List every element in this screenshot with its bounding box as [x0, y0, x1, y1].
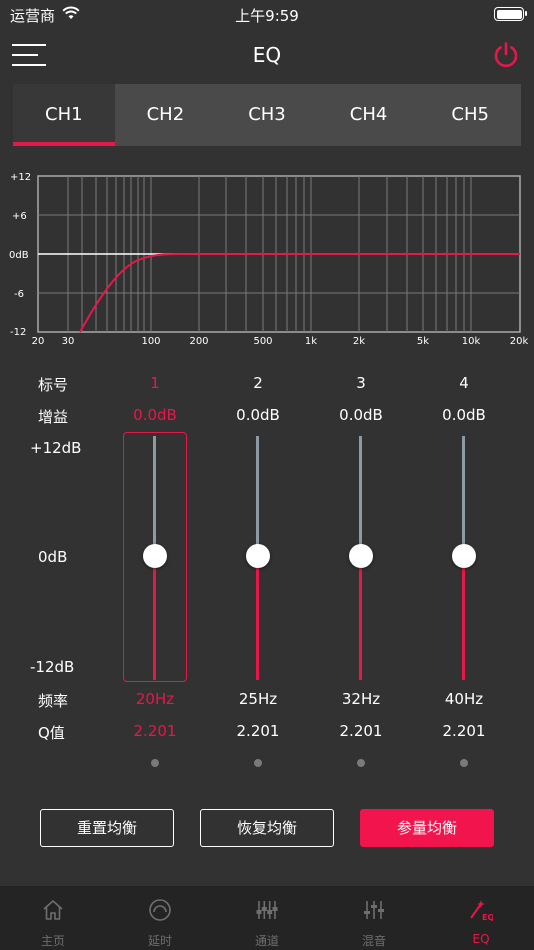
band-2-freq[interactable]: 25Hz: [218, 690, 298, 708]
restore-eq-button[interactable]: 恢复均衡: [200, 809, 334, 847]
tabbar-item-delay[interactable]: 延时: [107, 886, 213, 950]
delay-icon: [149, 899, 171, 921]
x-tick-label: 10k: [462, 336, 481, 347]
power-icon[interactable]: [492, 41, 520, 69]
tabbar-item-home[interactable]: 主页: [0, 886, 106, 950]
y-tick-label: +6: [12, 211, 27, 222]
bottom-tab-bar: 主页 延时 通道 混音 EQ EQ: [0, 886, 534, 950]
x-tick-label: 20: [32, 336, 45, 347]
channel-icon: [256, 901, 278, 919]
tab-ch1[interactable]: CH1: [13, 84, 115, 146]
band-4-freq[interactable]: 40Hz: [424, 690, 504, 708]
band-2-track-upper[interactable]: [256, 436, 259, 556]
tabbar-label-channel: 通道: [254, 934, 279, 948]
band-1-track-upper[interactable]: [153, 436, 156, 556]
band-2-gain[interactable]: 0.0dB: [218, 406, 298, 424]
band-4-gain-slider-thumb[interactable]: [452, 544, 476, 568]
band-3-gain-slider-thumb[interactable]: [349, 544, 373, 568]
parametric-eq-button[interactable]: 参量均衡: [360, 809, 494, 847]
tab-ch2[interactable]: CH2: [115, 84, 217, 146]
tab-ch5[interactable]: CH5: [419, 84, 521, 146]
reset-eq-button[interactable]: 重置均衡: [40, 809, 174, 847]
status-bar: 运营商 上午9:59: [0, 0, 534, 30]
scale-top-label: +12dB: [30, 439, 82, 457]
band-4-track-lower[interactable]: [462, 556, 465, 680]
page-title: EQ: [252, 43, 282, 67]
band-3-q[interactable]: 2.201: [321, 722, 401, 740]
band-3-dot: [357, 759, 365, 767]
x-tick-label: 20k: [510, 336, 529, 347]
mixer-icon: [364, 901, 384, 919]
band-3-index: 3: [356, 374, 366, 392]
band-1-track-lower[interactable]: [153, 556, 156, 680]
band-4-index: 4: [459, 374, 469, 392]
tabbar-label-home: 主页: [40, 934, 65, 948]
battery-icon: [494, 7, 527, 21]
eq-icon: EQ: [470, 900, 493, 922]
x-tick-label: 2k: [353, 336, 365, 347]
band-2-track-lower[interactable]: [256, 556, 259, 680]
svg-text:EQ: EQ: [482, 913, 493, 922]
channel-tabs: CH1 CH2 CH3 CH4 CH5: [13, 84, 521, 146]
x-tick-label: 1k: [305, 336, 317, 347]
x-tick-label: 100: [141, 336, 160, 347]
band-1-q[interactable]: 2.201: [115, 722, 195, 740]
tabbar-item-eq[interactable]: EQ EQ: [428, 886, 534, 950]
band-1-gain-slider-thumb[interactable]: [143, 544, 167, 568]
band-2-q[interactable]: 2.201: [218, 722, 298, 740]
x-tick-label: 5k: [417, 336, 429, 347]
index-row-label: 标号: [38, 376, 69, 394]
nav-bar: EQ: [0, 30, 534, 80]
tabbar-label-eq: EQ: [472, 932, 490, 946]
tabbar-label-delay: 延时: [147, 934, 172, 948]
tabbar-item-mixer[interactable]: 混音: [321, 886, 427, 950]
scale-mid-label: 0dB: [38, 548, 68, 566]
band-2-gain-slider-thumb[interactable]: [246, 544, 270, 568]
band-4-dot: [460, 759, 468, 767]
band-3-track-lower[interactable]: [359, 556, 362, 680]
tabbar-item-channel[interactable]: 通道: [214, 886, 320, 950]
clock: 上午9:59: [235, 7, 299, 25]
band-3-track-upper[interactable]: [359, 436, 362, 556]
tab-ch4[interactable]: CH4: [318, 84, 420, 146]
home-icon: [43, 900, 63, 920]
y-tick-label: +12: [10, 172, 31, 183]
band-4-track-upper[interactable]: [462, 436, 465, 556]
y-tick-label: -12: [10, 327, 26, 338]
y-tick-label: 0dB: [9, 250, 29, 261]
gain-row-label: 增益: [38, 408, 69, 426]
eq-response-graph[interactable]: +12 +6 0dB -6 -12 20 30 100 200 500 1k 2…: [0, 166, 534, 350]
band-1-dot: [151, 759, 159, 767]
band-2-dot: [254, 759, 262, 767]
x-tick-label: 500: [253, 336, 272, 347]
band-4-gain[interactable]: 0.0dB: [424, 406, 504, 424]
tabbar-label-mixer: 混音: [361, 934, 386, 948]
q-row-label: Q值: [38, 724, 65, 742]
freq-row-label: 频率: [38, 692, 69, 710]
tab-ch3[interactable]: CH3: [216, 84, 318, 146]
band-3-freq[interactable]: 32Hz: [321, 690, 401, 708]
band-2-index: 2: [253, 374, 263, 392]
band-4-q[interactable]: 2.201: [424, 722, 504, 740]
band-1-gain[interactable]: 0.0dB: [115, 406, 195, 424]
x-tick-label: 30: [62, 336, 75, 347]
band-1-index: 1: [150, 374, 160, 392]
y-tick-label: -6: [14, 289, 24, 300]
band-3-gain[interactable]: 0.0dB: [321, 406, 401, 424]
x-tick-label: 200: [189, 336, 208, 347]
band-1-freq[interactable]: 20Hz: [115, 690, 195, 708]
scale-bottom-label: -12dB: [30, 658, 75, 676]
